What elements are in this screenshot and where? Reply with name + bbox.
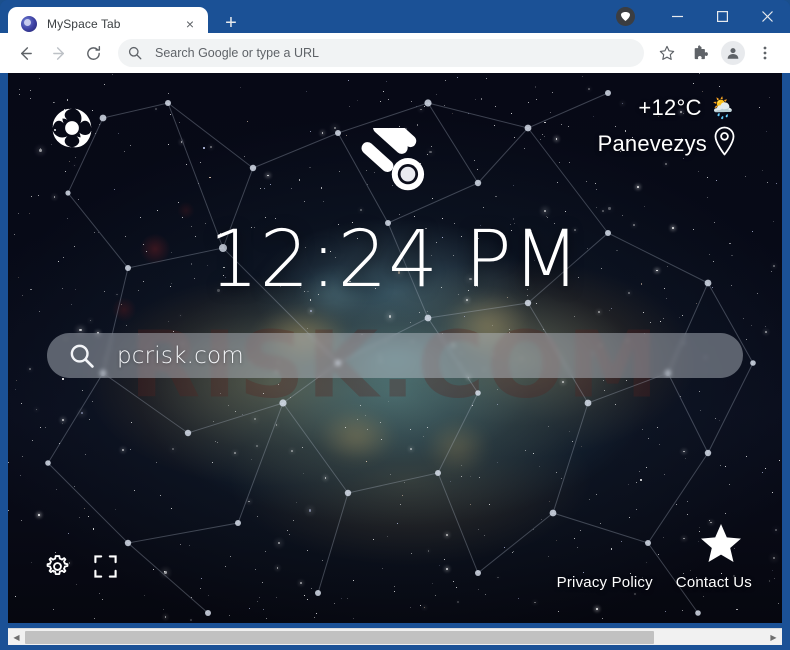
bookmark-star-icon[interactable] (652, 38, 682, 68)
weather-temperature-row: +12°C 🌦️ (598, 95, 736, 121)
address-bar-text: Search Google or type a URL (155, 46, 319, 60)
address-bar[interactable]: Search Google or type a URL (118, 39, 644, 67)
favorites-star-icon[interactable] (699, 523, 743, 565)
extensions-puzzle-icon[interactable] (686, 38, 716, 68)
window-controls (611, 0, 790, 33)
page-viewport: RISK.COM +12°C 🌦️ Panevezys 12:24 PM pcr… (8, 73, 782, 623)
window-maximize-button[interactable] (700, 0, 745, 33)
close-tab-icon[interactable]: × (181, 15, 199, 33)
downloads-indicator-icon[interactable] (611, 3, 639, 31)
scroll-left-arrow-icon[interactable]: ◀ (8, 628, 25, 646)
browser-toolbar: Search Google or type a URL (0, 33, 790, 73)
search-icon (69, 343, 95, 369)
window-frame-bottom (0, 645, 790, 650)
profile-avatar-icon[interactable] (721, 41, 745, 65)
browser-window: MySpace Tab × + Search Google or type a … (0, 0, 790, 650)
browser-menu-icon[interactable] (750, 38, 780, 68)
scrollbar-thumb[interactable] (25, 630, 654, 644)
weather-temperature: +12°C (638, 95, 702, 120)
weather-widget[interactable]: +12°C 🌦️ Panevezys (598, 95, 736, 161)
aperture-logo-icon[interactable] (50, 106, 94, 150)
omnibox-search-icon (128, 46, 146, 60)
weather-location-row: Panevezys (598, 126, 736, 161)
gear-icon[interactable] (44, 553, 71, 585)
weather-condition-icon: 🌦️ (709, 96, 736, 120)
back-icon[interactable] (10, 38, 40, 68)
scroll-right-arrow-icon[interactable]: ▶ (765, 628, 782, 646)
weather-city: Panevezys (597, 130, 707, 156)
horizontal-scrollbar[interactable]: ◀ ▶ (8, 628, 782, 646)
privacy-policy-link[interactable]: Privacy Policy (557, 574, 653, 591)
scrollbar-track[interactable] (25, 628, 765, 646)
window-close-button[interactable] (745, 0, 790, 33)
window-minimize-button[interactable] (655, 0, 700, 33)
page-search-bar[interactable]: pcrisk.com (47, 333, 743, 378)
tab-title: MySpace Tab (47, 16, 121, 31)
reload-icon[interactable] (78, 38, 108, 68)
location-pin-icon (713, 126, 736, 161)
contact-us-link[interactable]: Contact Us (676, 574, 752, 591)
page-bottom-left-toolbar (44, 553, 118, 585)
forward-icon[interactable] (44, 38, 74, 68)
page-search-value: pcrisk.com (117, 342, 244, 369)
myspace-tab-favicon (21, 15, 37, 32)
fullscreen-icon[interactable] (93, 554, 118, 584)
comet-icon (354, 120, 436, 200)
window-frame-left (0, 73, 8, 650)
window-frame-right (782, 73, 790, 650)
page-footer-links: Privacy Policy Contact Us (557, 574, 752, 591)
clock-display: 12:24 PM (209, 215, 581, 305)
